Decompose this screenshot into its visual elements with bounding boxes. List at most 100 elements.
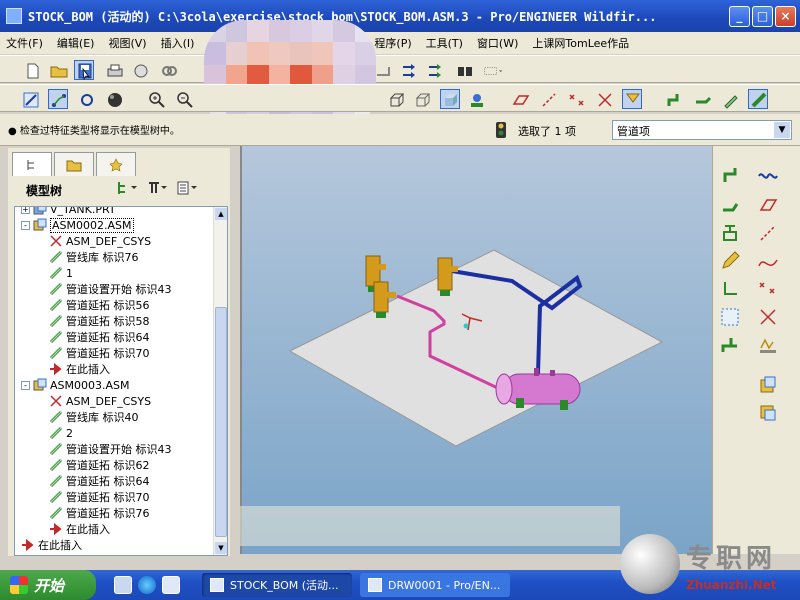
datum-points-right-icon[interactable]	[757, 278, 779, 300]
tree-item[interactable]: ASM_DEF_CSYS	[49, 393, 151, 409]
tab-model-tree[interactable]	[12, 152, 52, 176]
expand-toggle-icon[interactable]: -	[21, 220, 30, 230]
tree-item[interactable]: 2	[49, 425, 73, 441]
tree-scrollbar[interactable]: ▲ ▼	[213, 207, 227, 555]
datum-axes-icon[interactable]	[538, 89, 558, 109]
tree-item[interactable]: 管道延拓 标识56	[49, 297, 150, 313]
tree-columns-button[interactable]	[142, 178, 172, 198]
tree-item[interactable]: 在此插入	[21, 537, 82, 553]
tree-item[interactable]: 管道延拓 标识64	[49, 329, 150, 345]
spin-center-icon[interactable]	[48, 89, 68, 109]
pipe-fitting-icon[interactable]	[719, 222, 741, 244]
pipe-assembly-model[interactable]	[242, 146, 714, 554]
tree-item[interactable]: 管道设置开始 标识43	[49, 441, 172, 457]
curve-icon[interactable]	[757, 250, 779, 272]
box-dashed-icon[interactable]	[719, 306, 741, 328]
graphics-window[interactable]	[240, 146, 712, 554]
taskbar-item-drw0001[interactable]: DRW0001 - Pro/EN...	[360, 573, 510, 597]
annotations-icon[interactable]	[622, 89, 642, 109]
send-mail-icon[interactable]	[130, 60, 150, 80]
tab-favorites[interactable]	[96, 152, 136, 176]
dashed-axis-icon[interactable]	[757, 222, 779, 244]
close-button[interactable]: ×	[775, 5, 796, 27]
tree-item[interactable]: 管道延拓 标识62	[49, 457, 150, 473]
menu-file[interactable]: 文件(F)	[6, 35, 43, 51]
view-hidden-icon[interactable]	[412, 89, 432, 109]
selection-filter-dropdown[interactable]: 管道项 ▼	[612, 120, 792, 140]
expand-toggle-icon[interactable]: -	[21, 380, 30, 390]
tree-item[interactable]: 管线库 标识40	[49, 409, 139, 425]
menu-view[interactable]: 视图(V)	[108, 35, 146, 51]
elbow-icon[interactable]	[719, 278, 741, 300]
new-file-icon[interactable]	[22, 60, 42, 80]
start-button[interactable]: 开始	[0, 570, 96, 600]
select-box-icon[interactable]	[482, 60, 516, 80]
tree-item[interactable]: + V_TANK.PRT	[21, 207, 116, 217]
coordinate-systems-icon[interactable]	[594, 89, 614, 109]
tree-item[interactable]: 在此插入	[49, 521, 110, 537]
tree-item[interactable]: 1	[49, 265, 73, 281]
regen-manager-icon[interactable]	[398, 60, 418, 80]
pipe-edit-icon[interactable]	[720, 89, 740, 109]
zoom-in-icon[interactable]	[146, 89, 166, 109]
pipe-flow-icon[interactable]	[692, 89, 712, 109]
shading-icon[interactable]	[104, 89, 124, 109]
browser-icon[interactable]	[138, 576, 156, 594]
tab-folder-browser[interactable]	[54, 152, 94, 176]
parallelogram-icon[interactable]	[757, 194, 779, 216]
regen-all-icon[interactable]	[424, 60, 444, 80]
view-wireframe-icon[interactable]	[386, 89, 406, 109]
tree-item[interactable]: 管道延拓 标识70	[49, 489, 150, 505]
scroll-thumb[interactable]	[215, 307, 227, 537]
print-icon[interactable]	[104, 60, 124, 80]
datum-planes-icon[interactable]	[510, 89, 530, 109]
redraw-icon[interactable]	[20, 89, 40, 109]
taskbar-item-stock-bom[interactable]: STOCK_BOM (活动...	[202, 573, 352, 597]
tree-item[interactable]: 管道延拓 标识64	[49, 473, 150, 489]
scroll-down-icon[interactable]: ▼	[215, 542, 227, 554]
menu-edit[interactable]: 编辑(E)	[57, 35, 95, 51]
menu-tools[interactable]: 工具(T)	[426, 35, 463, 51]
tree-item[interactable]: 管道设置开始 标识43	[49, 281, 172, 297]
expand-toggle-icon[interactable]: +	[21, 207, 30, 214]
maximize-button[interactable]: □	[752, 5, 773, 27]
media-icon[interactable]	[162, 576, 180, 594]
pipe-line-icon[interactable]	[748, 89, 768, 109]
wavy-line-icon[interactable]	[757, 164, 779, 186]
orient-mode-icon[interactable]	[76, 89, 96, 109]
pipe-segment-icon[interactable]	[719, 194, 741, 216]
datum-points-icon[interactable]	[566, 89, 586, 109]
pipe-branch-icon[interactable]	[719, 334, 741, 356]
chevron-down-icon[interactable]: ▼	[774, 122, 790, 138]
menu-author[interactable]: 上课网TomLee作品	[532, 35, 629, 51]
link-icon[interactable]	[158, 60, 178, 80]
menu-insert[interactable]: 插入(I)	[161, 35, 195, 51]
tree-settings-button[interactable]	[112, 178, 142, 198]
component-icon[interactable]	[757, 374, 779, 396]
zoom-out-icon[interactable]	[174, 89, 194, 109]
tree-item[interactable]: 在此插入	[49, 361, 110, 377]
route-pipe-icon[interactable]	[719, 164, 741, 186]
save-icon[interactable]	[74, 60, 94, 81]
tree-item[interactable]: 管线库 标识76	[49, 249, 139, 265]
tree-show-button[interactable]	[172, 178, 202, 198]
menu-window[interactable]: 窗口(W)	[477, 35, 518, 51]
tree-item[interactable]: 管道延拓 标识70	[49, 345, 150, 361]
tree-item[interactable]: - ASM0002.ASM	[21, 217, 134, 233]
tree-item[interactable]: ASM_DEF_CSYS	[49, 233, 151, 249]
open-folder-icon[interactable]	[48, 60, 68, 80]
tree-item[interactable]: 管道延拓 标识58	[49, 313, 150, 329]
minimize-button[interactable]: _	[729, 5, 750, 27]
sketch-pencil-icon[interactable]	[719, 250, 741, 272]
show-desktop-icon[interactable]	[114, 576, 132, 594]
saved-views-icon[interactable]	[466, 89, 486, 109]
menu-applications[interactable]: 程序(P)	[374, 35, 411, 51]
pipe-route-icon[interactable]	[664, 89, 684, 109]
analysis-icon[interactable]	[757, 334, 779, 356]
view-shaded-icon[interactable]	[440, 89, 460, 109]
tree-item[interactable]: - ASM0003.ASM	[21, 377, 130, 393]
find-icon[interactable]	[454, 60, 474, 80]
tree-item[interactable]: 管道延拓 标识76	[49, 505, 150, 521]
scroll-up-icon[interactable]: ▲	[215, 208, 227, 220]
csys-right-icon[interactable]	[757, 306, 779, 328]
